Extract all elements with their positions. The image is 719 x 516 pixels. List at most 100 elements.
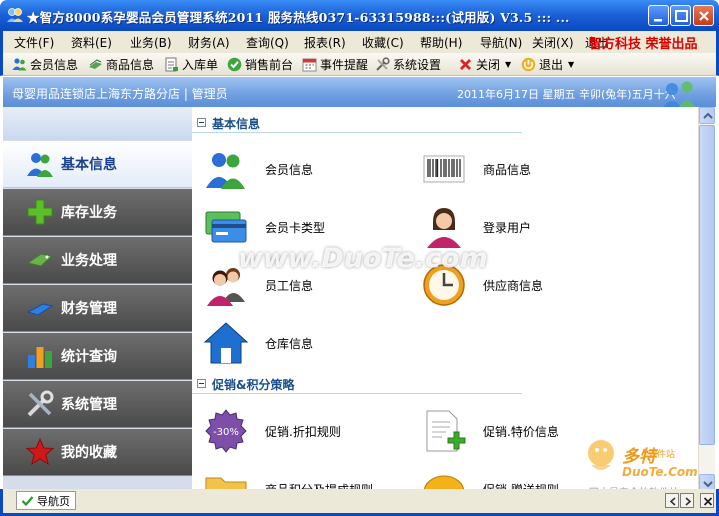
tab-prev-button[interactable]	[665, 493, 679, 508]
toolbar-reminder-button[interactable]: 事件提醒	[302, 55, 368, 73]
login-user-icon	[427, 208, 461, 248]
red-star-icon	[25, 437, 55, 466]
staff-icon	[207, 268, 245, 306]
tile-label: 仓库信息	[265, 336, 314, 351]
toolbar-label: 退出	[539, 57, 564, 72]
clock-icon	[423, 264, 465, 306]
stock-in-icon	[165, 57, 178, 71]
toolbar-settings-button[interactable]: 系统设置	[375, 55, 441, 73]
minimize-icon	[654, 19, 662, 22]
green-plus-icon	[27, 199, 53, 225]
close-button[interactable]	[693, 5, 714, 26]
menu-navigation[interactable]: 导航(N)	[480, 34, 522, 51]
nav-item-favorites[interactable]: 我的收藏	[3, 429, 192, 476]
minimize-button[interactable]	[648, 5, 669, 26]
section-title: 促销&积分策略	[212, 378, 295, 392]
members-icon	[206, 153, 245, 189]
nav-item-label: 业务处理	[61, 253, 117, 269]
brand-label: 智方科技 荣誉出品	[589, 37, 698, 52]
section-title: 基本信息	[212, 117, 261, 131]
close-icon	[703, 497, 713, 506]
toolbar-label: 商品信息	[106, 57, 155, 72]
tools-icon	[27, 390, 54, 417]
nav-item-statistics[interactable]: 统计查询	[3, 333, 192, 380]
section-header-basic-info[interactable]: 基本信息	[192, 113, 522, 133]
menu-report[interactable]: 报表(R)	[304, 34, 346, 51]
members-icon	[27, 153, 53, 177]
toolbar-label: 事件提醒	[320, 57, 369, 72]
tab-close-button[interactable]	[700, 493, 714, 508]
tile-staff-info[interactable]: 员工信息	[203, 262, 413, 308]
nav-item-system[interactable]: 系统管理	[3, 381, 192, 428]
scroll-thumb[interactable]	[699, 125, 715, 445]
toolbar-exit-button[interactable]: 退出 ▼	[521, 55, 574, 73]
nav-item-label: 统计查询	[61, 349, 117, 365]
tile-login-user[interactable]: 登录用户	[421, 204, 631, 250]
toolbar-members-button[interactable]: 会员信息	[12, 55, 78, 73]
logo-url: DuoTe.Com	[622, 465, 698, 479]
nav-item-finance[interactable]: 财务管理	[3, 285, 192, 332]
chevron-right-icon	[685, 497, 692, 506]
tools-icon	[376, 56, 390, 71]
tab-next-button[interactable]	[680, 493, 694, 508]
members-icon	[12, 57, 27, 70]
tab-label: 导航页	[37, 494, 70, 508]
nav-item-basic-info[interactable]: 基本信息	[3, 141, 192, 188]
toolbar-goods-button[interactable]: 商品信息	[88, 55, 154, 73]
collapse-icon[interactable]	[197, 379, 206, 388]
discount-badge-text: -30%	[213, 427, 239, 438]
toolbar-label: 销售前台	[245, 57, 294, 72]
nav-item-label: 财务管理	[61, 301, 117, 317]
scroll-up-button[interactable]	[699, 107, 715, 124]
title-bar: ★智方8000系孕婴品会员管理系统2011 服务热线0371-63315988:…	[0, 0, 719, 31]
special-price-icon	[426, 410, 466, 452]
collapse-icon[interactable]	[197, 118, 206, 127]
bottom-tab-bar: 导航页	[0, 489, 719, 516]
tile-member-info[interactable]: 会员信息	[203, 146, 413, 192]
toolbar-label: 会员信息	[30, 57, 79, 72]
chevron-up-icon	[703, 112, 713, 119]
nav-item-label: 基本信息	[61, 157, 117, 173]
nav-item-business[interactable]: 业务处理	[3, 237, 192, 284]
menu-finance[interactable]: 财务(A)	[188, 34, 230, 51]
app-icon	[7, 8, 23, 22]
tab-navigation-page[interactable]: 导航页	[16, 491, 76, 510]
tile-label: 登录用户	[483, 220, 532, 235]
menu-business[interactable]: 业务(B)	[130, 34, 172, 51]
toolbar-sales-button[interactable]: 销售前台	[227, 55, 293, 73]
maximize-button[interactable]	[670, 5, 691, 26]
tile-label: 促销.折扣规则	[265, 424, 341, 439]
vertical-scrollbar[interactable]	[698, 107, 715, 492]
tile-label: 会员卡类型	[265, 220, 326, 235]
nav-item-label: 系统管理	[61, 397, 117, 413]
tile-special-price[interactable]: 促销.特价信息	[421, 408, 631, 454]
tile-supplier-info[interactable]: 供应商信息	[421, 262, 631, 308]
nav-spacer	[3, 107, 192, 140]
tile-discount-rule[interactable]: -30% 促销.折扣规则	[203, 408, 413, 454]
tile-member-card-type[interactable]: 会员卡类型	[203, 204, 413, 250]
barcode-icon	[423, 155, 465, 183]
toolbar-stock-in-button[interactable]: 入库单	[164, 55, 218, 73]
section-header-promotion[interactable]: 促销&积分策略	[192, 374, 522, 394]
menu-favorites[interactable]: 收藏(C)	[362, 34, 404, 51]
window-title: ★智方8000系孕婴品会员管理系统2011 服务热线0371-63315988:…	[27, 10, 570, 25]
calendar-icon	[302, 58, 317, 71]
menu-close[interactable]: 关闭(X)	[532, 34, 574, 51]
menu-file[interactable]: 文件(F)	[14, 34, 54, 51]
tile-label: 商品信息	[483, 162, 532, 177]
tile-warehouse-info[interactable]: 仓库信息	[203, 320, 413, 366]
tile-goods-info[interactable]: 商品信息	[421, 146, 631, 192]
power-icon	[521, 57, 536, 71]
content-panel: 基本信息 会员信息 商品信息 会员卡类型 登录用户 员工信息 供应商信息 仓库信…	[192, 107, 698, 492]
toolbar-close-button[interactable]: 关闭 ▼	[458, 55, 511, 73]
menu-data[interactable]: 资料(E)	[71, 34, 112, 51]
logo-subtitle: 软件站	[648, 450, 676, 460]
discount-badge-icon: -30%	[205, 409, 247, 453]
date-label: 2011年6月17日 星期五 辛卯(兔年)五月十六	[457, 88, 676, 101]
left-nav: 基本信息 库存业务 业务处理 财务管理 统计查询 系统管理 我的收藏	[3, 107, 192, 492]
nav-item-inventory[interactable]: 库存业务	[3, 189, 192, 236]
menu-help[interactable]: 帮助(H)	[420, 34, 462, 51]
chevron-left-icon	[669, 497, 676, 506]
menu-query[interactable]: 查询(Q)	[246, 34, 289, 51]
tile-label: 促销.特价信息	[483, 424, 559, 439]
